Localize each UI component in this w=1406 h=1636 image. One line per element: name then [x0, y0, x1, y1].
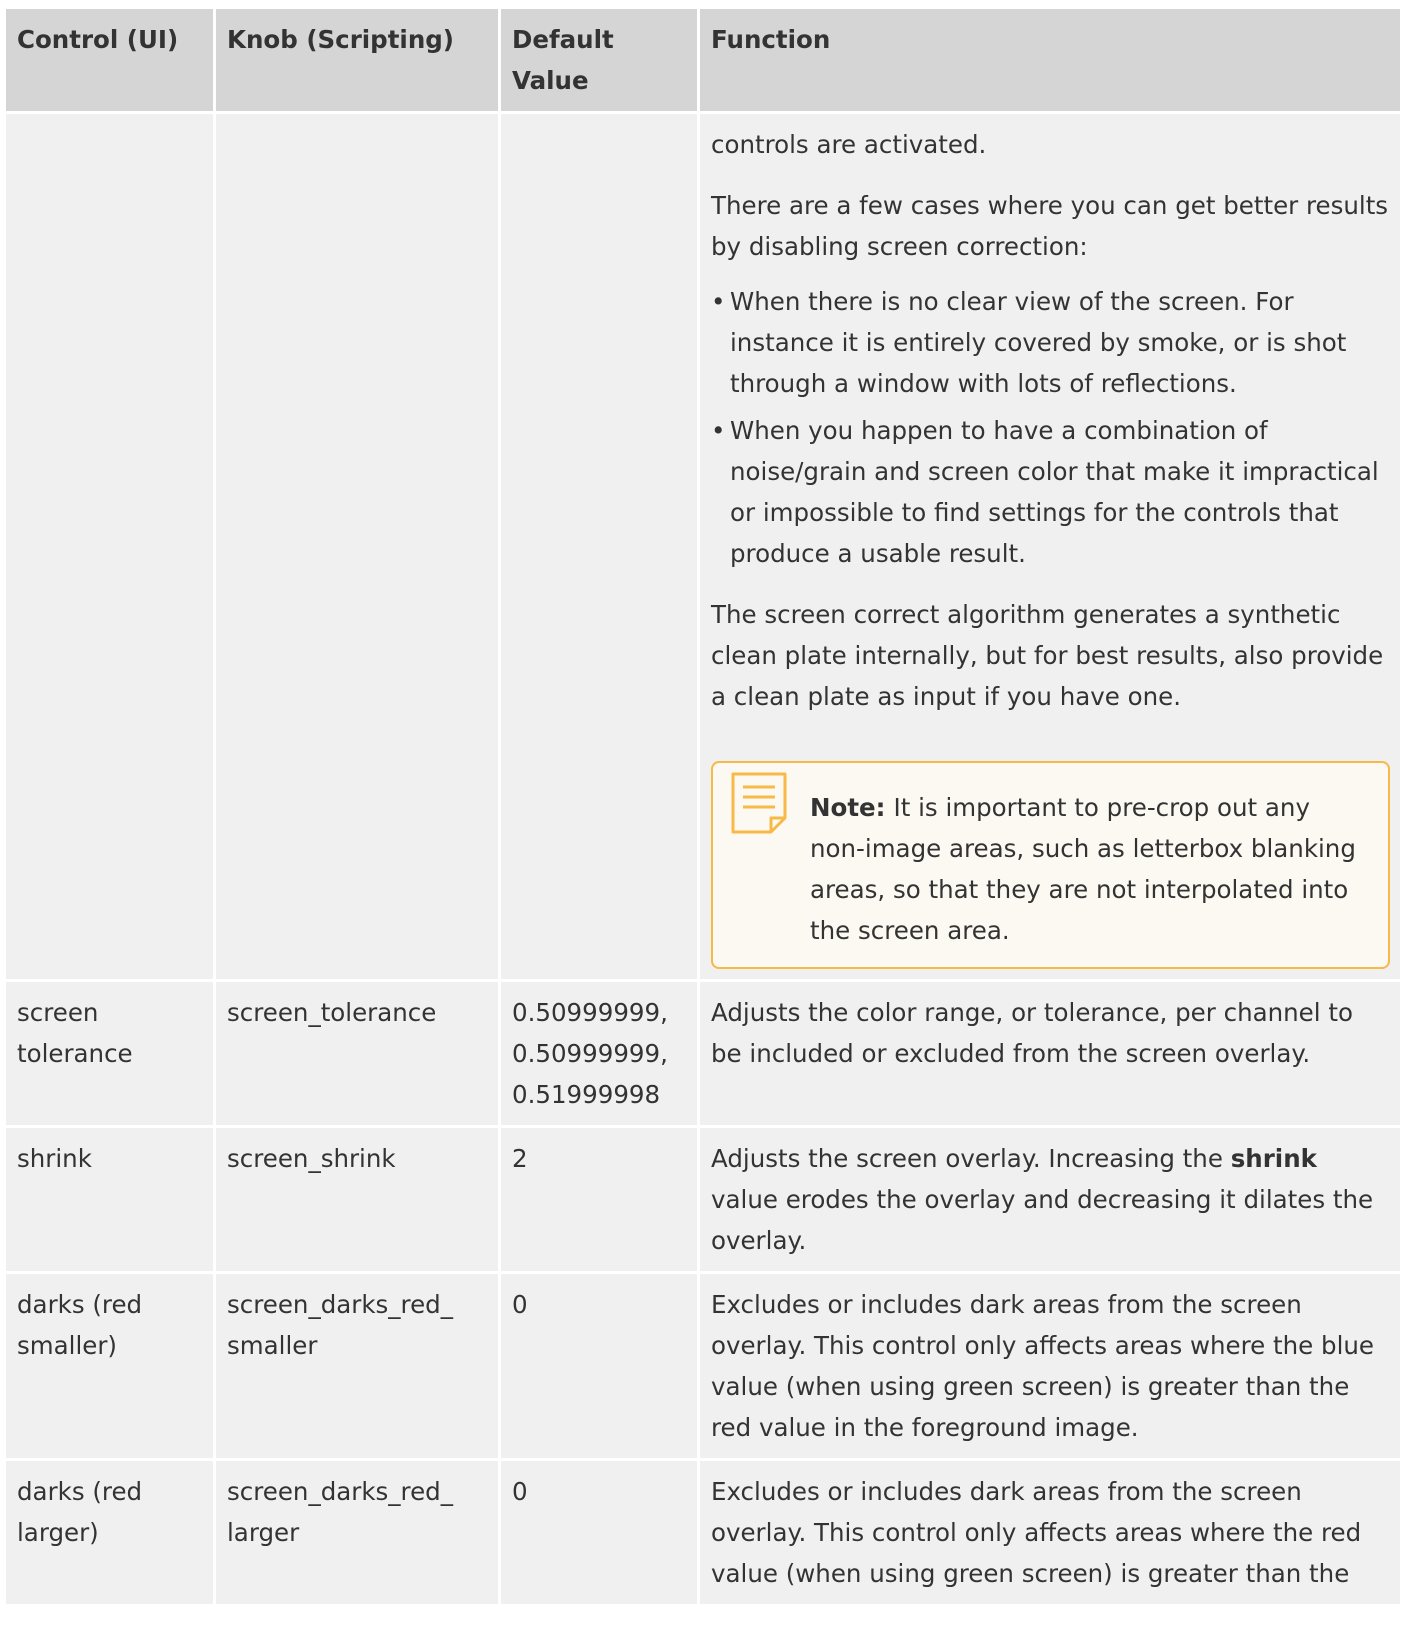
note-label: Note:	[810, 793, 886, 822]
control-cell: darks (red smaller)	[6, 1274, 216, 1461]
header-knob-scripting: Knob (Scripting)	[216, 9, 501, 114]
function-text: value erodes the overlay and decreasing …	[711, 1185, 1374, 1255]
list-item: When you happen to have a combination of…	[711, 410, 1390, 574]
function-text: Adjusts the screen overlay. Increasing t…	[711, 1144, 1223, 1173]
list-item: When there is no clear view of the scree…	[711, 281, 1390, 404]
table-row: screen tolerance screen_tolerance 0.5099…	[6, 982, 1400, 1128]
default-cell: 2	[501, 1128, 700, 1274]
keyword-shrink: shrink	[1230, 1144, 1317, 1173]
table-row: darks (red smaller) screen_darks_red_ sm…	[6, 1274, 1400, 1461]
default-cell: 0	[501, 1461, 700, 1607]
default-cell: 0	[501, 1274, 700, 1461]
table-row: shrink screen_shrink 2 Adjusts the scree…	[6, 1128, 1400, 1274]
function-paragraph: The screen correct algorithm generates a…	[711, 600, 1384, 711]
control-cell: darks (red larger)	[6, 1461, 216, 1607]
header-control-ui: Control (UI)	[6, 9, 216, 114]
header-row: Control (UI) Knob (Scripting) Default Va…	[6, 9, 1400, 114]
cell-empty	[6, 114, 216, 982]
cell-empty	[501, 114, 700, 982]
note-icon	[731, 772, 787, 834]
knob-table: Control (UI) Knob (Scripting) Default Va…	[6, 9, 1400, 1607]
knob-cell: screen_shrink	[216, 1128, 501, 1274]
header-default-value: Default Value	[501, 9, 700, 114]
function-cell: Excludes or includes dark areas from the…	[700, 1274, 1400, 1461]
function-cell: controls are activated. There are a few …	[700, 114, 1400, 982]
table-row-continued: controls are activated. There are a few …	[6, 114, 1400, 982]
document-page: Control (UI) Knob (Scripting) Default Va…	[0, 0, 1406, 1636]
note-text: It is important to pre-crop out any non-…	[810, 793, 1356, 945]
knob-cell: screen_darks_red_ larger	[216, 1461, 501, 1607]
function-cell: Adjusts the screen overlay. Increasing t…	[700, 1128, 1400, 1274]
knob-cell: screen_tolerance	[216, 982, 501, 1128]
knob-cell: screen_darks_red_ smaller	[216, 1274, 501, 1461]
control-cell: screen tolerance	[6, 982, 216, 1128]
control-cell: shrink	[6, 1128, 216, 1274]
function-cell: Excludes or includes dark areas from the…	[700, 1461, 1400, 1607]
note-callout: Note: It is important to pre-crop out any…	[711, 761, 1390, 969]
default-cell: 0.50999999, 0.50999999, 0.51999998	[501, 982, 700, 1128]
function-paragraph: There are a few cases where you can get …	[711, 191, 1389, 261]
function-paragraph: controls are activated.	[711, 130, 987, 159]
function-cell: Adjusts the color range, or tolerance, p…	[700, 982, 1400, 1128]
header-function: Function	[700, 9, 1400, 114]
table-row: darks (red larger) screen_darks_red_ lar…	[6, 1461, 1400, 1607]
cell-empty	[216, 114, 501, 982]
bullet-list: When there is no clear view of the scree…	[711, 281, 1390, 574]
table-header: Control (UI) Knob (Scripting) Default Va…	[6, 9, 1400, 114]
